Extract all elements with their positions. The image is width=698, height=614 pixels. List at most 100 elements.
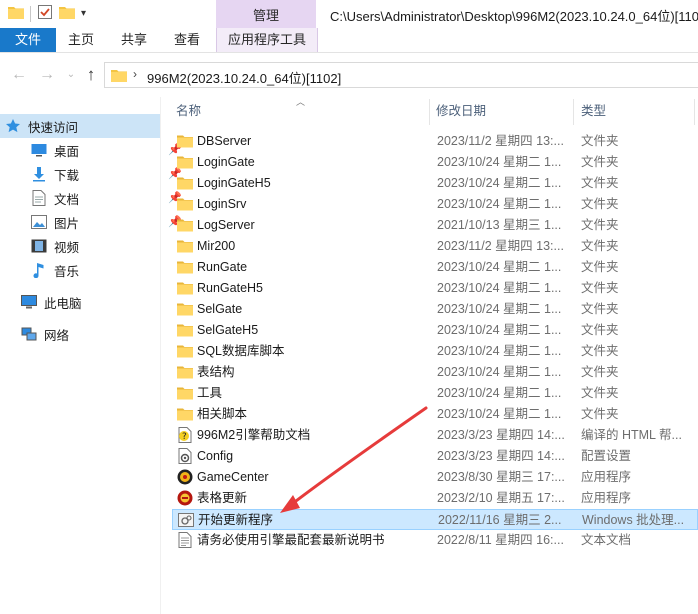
file-list: ︿ 名称 修改日期 类型 DBServer 2023/11/2 星期四 13:..…	[170, 97, 698, 614]
file-row[interactable]: SelGateH5 2023/10/24 星期二 1... 文件夹	[172, 320, 698, 341]
forward-arrow-icon[interactable]: →	[36, 63, 58, 87]
file-name: SelGate	[197, 302, 243, 316]
file-row[interactable]: 相关脚本 2023/10/24 星期二 1... 文件夹	[172, 404, 698, 425]
file-row-selected[interactable]: 开始更新程序 2022/11/16 星期三 2... Windows 批处理...	[172, 509, 698, 530]
column-header-modified[interactable]: 修改日期	[436, 97, 486, 125]
document-icon	[30, 189, 48, 207]
svg-text:?: ?	[182, 432, 187, 442]
column-divider[interactable]	[573, 99, 574, 125]
file-name: 表格更新	[197, 491, 248, 505]
nav-item-downloads[interactable]: 下载 📌	[0, 162, 186, 186]
file-modified-date: 2023/10/24 星期二 1...	[437, 260, 562, 274]
file-name: Config	[197, 449, 234, 463]
computer-icon	[20, 293, 38, 311]
file-modified-date: 2023/3/23 星期四 14:...	[437, 449, 565, 463]
column-divider[interactable]	[429, 99, 430, 125]
file-modified-date: 2023/10/24 星期二 1...	[437, 386, 562, 400]
file-type: 文件夹	[581, 239, 619, 253]
tab-view[interactable]: 查看	[168, 28, 206, 52]
file-type: 文件夹	[581, 365, 619, 379]
tab-application-tools[interactable]: 应用程序工具	[216, 28, 318, 52]
file-row[interactable]: LoginGateH5 2023/10/24 星期二 1... 文件夹	[172, 173, 698, 194]
file-row[interactable]: Config 2023/3/23 星期四 14:... 配置设置	[172, 446, 698, 467]
tab-share[interactable]: 共享	[115, 28, 153, 52]
customize-toolbar-icon[interactable]: ▾	[81, 6, 86, 22]
column-header-type[interactable]: 类型	[581, 97, 606, 125]
nav-item-label: 音乐	[54, 264, 80, 279]
star-icon	[4, 117, 22, 135]
breadcrumb-separator-icon[interactable]: ›	[133, 67, 137, 81]
pictures-icon	[30, 213, 48, 231]
tab-home[interactable]: 主页	[62, 28, 100, 52]
file-name: SelGateH5	[197, 323, 259, 337]
file-row[interactable]: GameCenter 2023/8/30 星期三 17:... 应用程序	[172, 467, 698, 488]
properties-icon[interactable]	[37, 4, 53, 23]
nav-item-label: 此电脑	[44, 296, 82, 311]
file-type: 文件夹	[581, 407, 619, 421]
file-modified-date: 2023/11/2 星期四 13:...	[437, 239, 564, 253]
navigation-pane: 快速访问 桌面 📌 下载 📌 文档 📌 图片 📌 视频 音乐 此电脑 网络	[0, 97, 182, 614]
music-icon	[30, 261, 48, 279]
tab-file[interactable]: 文件	[0, 28, 56, 52]
file-row[interactable]: DBServer 2023/11/2 星期四 13:... 文件夹	[172, 131, 698, 152]
nav-item-music[interactable]: 音乐	[0, 258, 186, 282]
file-row[interactable]: 表结构 2023/10/24 星期二 1... 文件夹	[172, 362, 698, 383]
nav-item-pictures[interactable]: 图片 📌	[0, 210, 186, 234]
folder-icon	[111, 68, 127, 85]
new-folder-icon[interactable]	[59, 5, 75, 22]
nav-item-label: 网络	[44, 328, 70, 343]
text-file-icon	[177, 532, 193, 548]
file-modified-date: 2023/3/23 星期四 14:...	[437, 428, 565, 442]
file-modified-date: 2023/10/24 星期二 1...	[437, 365, 562, 379]
file-name: 请务必使用引擎最配套最新说明书	[197, 533, 385, 547]
file-row[interactable]: 请务必使用引擎最配套最新说明书 2022/8/11 星期四 16:... 文本文档	[172, 530, 698, 551]
file-row[interactable]: RunGate 2023/10/24 星期二 1... 文件夹	[172, 257, 698, 278]
folder-icon	[177, 322, 193, 338]
nav-network[interactable]: 网络	[0, 322, 176, 346]
file-name: LoginGate	[197, 155, 255, 169]
recent-locations-chevron-icon[interactable]: ⌄	[60, 63, 82, 87]
nav-this-pc[interactable]: 此电脑	[0, 290, 176, 314]
file-name: RunGateH5	[197, 281, 264, 295]
file-row[interactable]: SelGate 2023/10/24 星期二 1... 文件夹	[172, 299, 698, 320]
file-row[interactable]: ? 996M2引擎帮助文档 2023/3/23 星期四 14:... 编译的 HTML…	[172, 425, 698, 446]
file-name: Mir200	[197, 239, 236, 253]
file-type: 文件夹	[581, 386, 619, 400]
nav-item-documents[interactable]: 文档 📌	[0, 186, 186, 210]
folder-icon	[177, 280, 193, 296]
file-row[interactable]: LoginSrv 2023/10/24 星期二 1... 文件夹	[172, 194, 698, 215]
file-modified-date: 2022/8/11 星期四 16:...	[437, 533, 564, 547]
up-arrow-icon[interactable]: ↑	[80, 63, 102, 87]
breadcrumb-current-folder[interactable]: 996M2(2023.10.24.0_64位)[1102]	[147, 68, 341, 87]
file-row[interactable]: Mir200 2023/11/2 星期四 13:... 文件夹	[172, 236, 698, 257]
quick-access-toolbar: ▾	[8, 4, 86, 23]
file-modified-date: 2023/10/24 星期二 1...	[437, 155, 562, 169]
folder-icon	[177, 385, 193, 401]
file-type: 编译的 HTML 帮...	[581, 428, 682, 442]
file-name: LoginGateH5	[197, 176, 271, 190]
address-bar[interactable]: › 996M2(2023.10.24.0_64位)[1102]	[104, 62, 698, 88]
nav-item-label: 快速访问	[28, 120, 79, 135]
pane-divider[interactable]	[160, 97, 161, 614]
file-row[interactable]: 工具 2023/10/24 星期二 1... 文件夹	[172, 383, 698, 404]
game-center-app-icon	[177, 469, 193, 485]
file-row[interactable]: SQL数据库脚本 2023/10/24 星期二 1... 文件夹	[172, 341, 698, 362]
toolbar-divider	[30, 5, 31, 22]
file-row[interactable]: LoginGate 2023/10/24 星期二 1... 文件夹	[172, 152, 698, 173]
column-header-name[interactable]: 名称	[176, 97, 201, 125]
file-row[interactable]: 表格更新 2023/2/10 星期五 17:... 应用程序	[172, 488, 698, 509]
folder-icon	[177, 196, 193, 212]
file-name: LoginSrv	[197, 197, 247, 211]
back-arrow-icon[interactable]: ←	[8, 63, 30, 87]
column-divider[interactable]	[694, 99, 695, 125]
folder-icon[interactable]	[8, 5, 24, 22]
folder-icon	[177, 238, 193, 254]
file-type: 文件夹	[581, 344, 619, 358]
nav-item-desktop[interactable]: 桌面 📌	[0, 138, 186, 162]
file-row[interactable]: LogServer 2021/10/13 星期三 1... 文件夹	[172, 215, 698, 236]
nav-item-videos[interactable]: 视频	[0, 234, 186, 258]
file-type: 文件夹	[581, 155, 619, 169]
file-modified-date: 2023/10/24 星期二 1...	[437, 344, 562, 358]
nav-quick-access[interactable]: 快速访问	[0, 114, 160, 138]
file-row[interactable]: RunGateH5 2023/10/24 星期二 1... 文件夹	[172, 278, 698, 299]
